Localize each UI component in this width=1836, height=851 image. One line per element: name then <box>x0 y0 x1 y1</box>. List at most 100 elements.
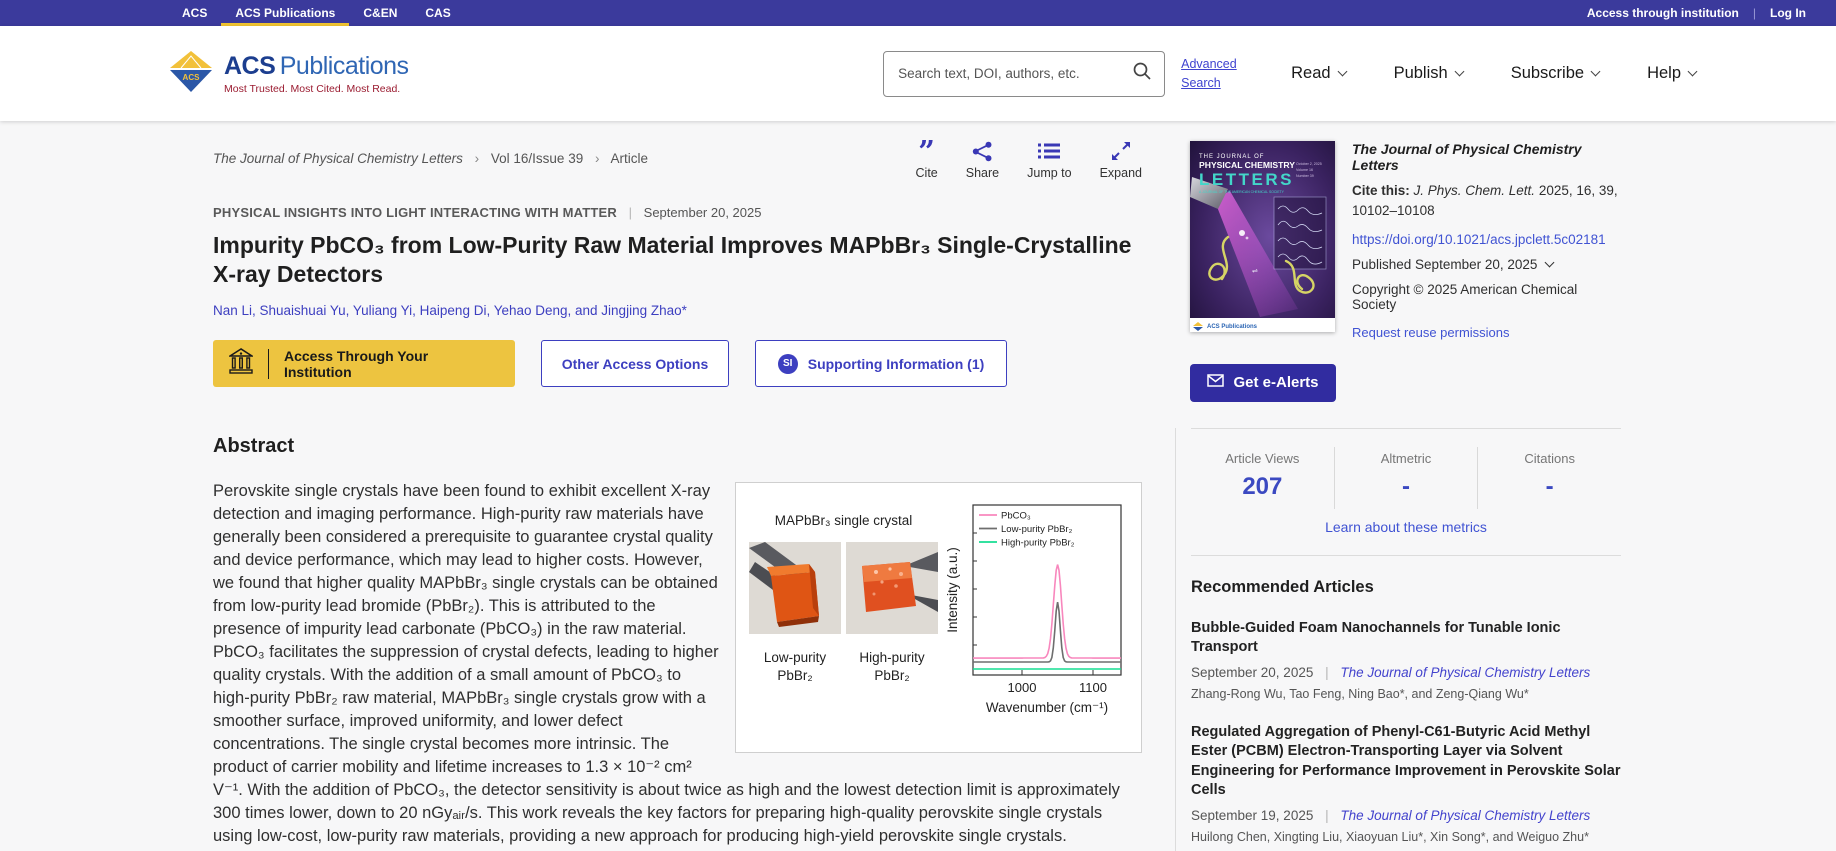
recommended-article-title[interactable]: Regulated Aggregation of Phenyl-C61-Buty… <box>1191 723 1621 801</box>
recommended-articles-heading: Recommended Articles <box>1191 578 1621 597</box>
share-button[interactable]: Share <box>966 139 999 185</box>
breadcrumb-article: Article <box>611 151 649 166</box>
cover-footer-logo-text: ACS Publications <box>1207 324 1258 330</box>
search-input[interactable] <box>898 66 1132 81</box>
x-axis-label: Wavenumber (cm⁻¹) <box>986 700 1108 715</box>
breadcrumb-issue-link[interactable]: Vol 16/Issue 39 <box>491 151 583 166</box>
svg-text:Number 39: Number 39 <box>1296 174 1314 178</box>
share-icon <box>972 139 993 163</box>
x-tick-1000: 1000 <box>1008 680 1037 695</box>
author-list[interactable]: Nan Li, Shuaishuai Yu, Yuliang Yi, Haipe… <box>213 303 1142 318</box>
recommended-article-journal-link[interactable]: The Journal of Physical Chemistry Letter… <box>1340 808 1590 823</box>
breadcrumb-separator: › <box>595 151 600 166</box>
recommended-article-title[interactable]: Bubble-Guided Foam Nanochannels for Tuna… <box>1191 619 1621 658</box>
cite-button[interactable]: ” Cite <box>916 139 938 185</box>
search-icon[interactable] <box>1132 61 1152 86</box>
acs-publications-logo[interactable]: ACS ACS Publications Most Trusted. Most … <box>168 49 409 98</box>
site-header: ACS ACS Publications Most Trusted. Most … <box>0 26 1836 121</box>
breadcrumb-separator: › <box>475 151 480 166</box>
recommended-article-meta: September 20, 2025 | The Journal of Phys… <box>1191 665 1621 680</box>
topbar-tab-acs-publications[interactable]: ACS Publications <box>221 0 349 26</box>
supporting-information-label: Supporting Information (1) <box>808 356 985 372</box>
nav-publish-label: Publish <box>1394 64 1448 83</box>
recommended-articles-section: Recommended Articles Bubble-Guided Foam … <box>1191 555 1621 851</box>
nav-help-label: Help <box>1647 64 1681 83</box>
nav-subscribe[interactable]: Subscribe <box>1511 64 1599 83</box>
recommended-article-meta: September 19, 2025 | The Journal of Phys… <box>1191 808 1621 823</box>
low-purity-photo-label: Low-purity PbBr₂ <box>749 649 841 684</box>
svg-text:Volume 16: Volume 16 <box>1296 168 1313 172</box>
jump-to-list-icon <box>1038 139 1060 163</box>
chevron-down-icon <box>1688 67 1698 77</box>
logo-text-publications: Publications <box>280 52 409 80</box>
metrics-panel: Article Views 207 Altmetric - Citations … <box>1191 428 1621 555</box>
cover-line2: PHYSICAL CHEMISTRY <box>1199 160 1295 170</box>
svg-text:PbCO₃: PbCO₃ <box>1001 511 1031 522</box>
expand-button[interactable]: Expand <box>1100 139 1142 185</box>
page-body: The Journal of Physical Chemistry Letter… <box>0 121 1836 851</box>
metric-label: Citations <box>1478 451 1621 466</box>
crystal-figure-label: MAPbBr₃ single crystal <box>775 509 913 532</box>
get-e-alerts-button[interactable]: Get e-Alerts <box>1190 364 1336 402</box>
svg-text:ACS: ACS <box>183 73 201 82</box>
access-through-institution-link[interactable]: Access through institution <box>1587 6 1739 20</box>
si-badge-icon: SI <box>778 354 798 374</box>
get-e-alerts-label: Get e-Alerts <box>1233 374 1318 391</box>
abstract-graphic[interactable]: MAPbBr₃ single crystal <box>735 482 1142 753</box>
nav-help[interactable]: Help <box>1647 64 1696 83</box>
doi-link[interactable]: https://doi.org/10.1021/acs.jpclett.5c02… <box>1352 232 1621 247</box>
breadcrumb-journal-link[interactable]: The Journal of Physical Chemistry Letter… <box>213 151 463 166</box>
meta-separator: | <box>1325 665 1329 680</box>
envelope-icon <box>1207 374 1224 391</box>
chevron-down-icon <box>1591 67 1601 77</box>
button-divider <box>268 349 269 379</box>
cover-line4: A JOURNAL OF THE AMERICAN CHEMICAL SOCIE… <box>1199 190 1285 194</box>
recommended-article-authors: Huilong Chen, Xingting Liu, Xiaoyuan Liu… <box>1191 830 1621 844</box>
high-purity-photo-label: High-purity PbBr₂ <box>846 649 938 684</box>
nav-publish[interactable]: Publish <box>1394 64 1463 83</box>
category-separator: | <box>629 205 632 220</box>
meta-separator: | <box>1325 808 1329 823</box>
recommended-article: Regulated Aggregation of Phenyl-C61-Buty… <box>1191 723 1621 844</box>
topbar-tab-cen[interactable]: C&EN <box>349 0 411 26</box>
published-date-toggle[interactable]: Published September 20, 2025 <box>1352 257 1621 272</box>
recommended-article-date: September 20, 2025 <box>1191 665 1313 680</box>
login-link[interactable]: Log In <box>1770 6 1806 20</box>
breadcrumb: The Journal of Physical Chemistry Letter… <box>213 151 648 185</box>
abstract-heading: Abstract <box>213 435 1142 458</box>
sidebar-journal-title[interactable]: The Journal of Physical Chemistry Letter… <box>1352 141 1621 173</box>
recommended-article-journal-link[interactable]: The Journal of Physical Chemistry Letter… <box>1340 665 1590 680</box>
request-reuse-permissions-link[interactable]: Request reuse permissions <box>1352 325 1621 340</box>
cite-label: Cite <box>916 166 938 180</box>
citation-line: Cite this: J. Phys. Chem. Lett. 2025, 16… <box>1352 181 1621 222</box>
spectra-chart: PbCO₃Low-purity PbBr₂High-purity PbBr₂ 1… <box>941 493 1131 742</box>
learn-about-metrics-link[interactable]: Learn about these metrics <box>1191 519 1621 535</box>
metric-altmetric: Altmetric - <box>1334 447 1478 509</box>
topbar-divider: | <box>1753 6 1756 20</box>
other-access-options-button[interactable]: Other Access Options <box>541 340 729 387</box>
metric-label: Altmetric <box>1335 451 1478 466</box>
journal-cover-image[interactable]: THE JOURNAL OF PHYSICAL CHEMISTRY LETTER… <box>1190 141 1335 332</box>
nav-read-label: Read <box>1291 64 1330 83</box>
jump-to-label: Jump to <box>1027 166 1071 180</box>
acs-logo-icon: ACS <box>168 49 214 98</box>
copyright-text: Copyright © 2025 American Chemical Socie… <box>1352 282 1621 312</box>
article-toolbar: ” Cite Share <box>916 139 1142 185</box>
topbar-tab-acs[interactable]: ACS <box>168 0 221 26</box>
metric-value: - <box>1478 473 1621 501</box>
svg-text:October 2, 2025: October 2, 2025 <box>1296 162 1322 166</box>
svg-text:Low-purity PbBr₂: Low-purity PbBr₂ <box>1001 524 1073 535</box>
published-date-text: Published September 20, 2025 <box>1352 257 1537 272</box>
recommended-article: Bubble-Guided Foam Nanochannels for Tuna… <box>1191 619 1621 701</box>
share-label: Share <box>966 166 999 180</box>
metric-label: Article Views <box>1191 451 1334 466</box>
supporting-information-button[interactable]: SI Supporting Information (1) <box>755 340 1007 387</box>
advanced-search-link[interactable]: Advanced Search <box>1181 55 1247 91</box>
special-issue-label[interactable]: PHYSICAL INSIGHTS INTO LIGHT INTERACTING… <box>213 205 617 220</box>
jump-to-button[interactable]: Jump to <box>1027 139 1071 185</box>
topbar-tab-cas[interactable]: CAS <box>411 0 464 26</box>
cite-quote-icon: ” <box>918 139 935 163</box>
metric-value: - <box>1335 473 1478 501</box>
access-institution-button[interactable]: Access Through Your Institution <box>213 340 515 387</box>
nav-read[interactable]: Read <box>1291 64 1345 83</box>
